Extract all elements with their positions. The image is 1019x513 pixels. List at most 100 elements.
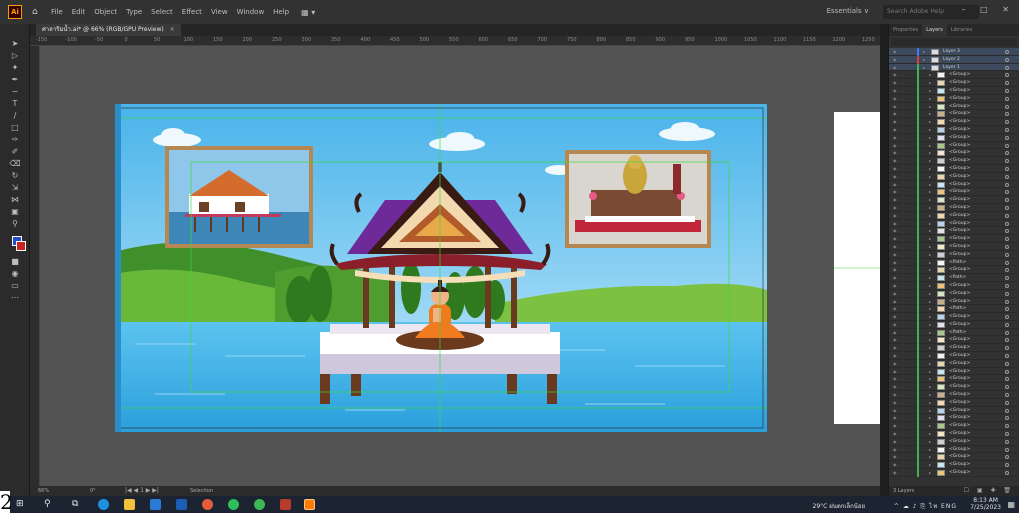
target-circle-icon[interactable]	[1005, 416, 1009, 421]
expand-arrow-icon[interactable]: ▸	[929, 118, 931, 126]
visibility-eye-icon[interactable]: ◉	[893, 71, 897, 79]
expand-arrow-icon[interactable]: ▸	[923, 64, 925, 72]
sublayer-name[interactable]: <Path>	[949, 305, 966, 313]
rotate-tool-icon[interactable]: ↻	[9, 170, 21, 181]
sublayer-name[interactable]: <Group>	[949, 142, 970, 150]
sublayer-row[interactable]: ◉ ▸ <Group>	[889, 344, 1019, 353]
sublayer-name[interactable]: <Group>	[949, 336, 970, 344]
target-circle-icon[interactable]	[1005, 369, 1009, 374]
sublayer-row[interactable]: ◉ ▸ <Path>	[889, 305, 1019, 314]
target-circle-icon[interactable]	[1005, 159, 1009, 164]
stroke-color-swatch[interactable]	[16, 241, 26, 251]
notifications-icon[interactable]: ▦	[1007, 500, 1015, 509]
shaper-tool-icon[interactable]: ✐	[9, 146, 21, 157]
tray-icons[interactable]: ^ ☁ ♪ ⎘ ไท ENG	[894, 501, 957, 511]
expand-arrow-icon[interactable]: ▸	[929, 352, 931, 360]
target-circle-icon[interactable]	[1005, 276, 1009, 281]
sublayer-row[interactable]: ◉ ▸ <Group>	[889, 445, 1019, 454]
target-circle-icon[interactable]	[1005, 307, 1009, 312]
sublayer-name[interactable]: <Group>	[949, 446, 970, 454]
visibility-eye-icon[interactable]: ◉	[893, 266, 897, 274]
sublayer-row[interactable]: ◉ ▸ <Group>	[889, 164, 1019, 173]
tab-layers[interactable]: Layers	[922, 24, 947, 36]
layer-name[interactable]: Layer 3	[943, 48, 960, 56]
target-circle-icon[interactable]	[1005, 151, 1009, 156]
target-circle-icon[interactable]	[1005, 229, 1009, 234]
sublayer-row[interactable]: ◉ ▸ <Group>	[889, 414, 1019, 423]
sublayer-row[interactable]: ◉ ▸ <Group>	[889, 118, 1019, 126]
sublayer-row[interactable]: ◉ ▸ <Group>	[889, 297, 1019, 306]
sublayer-row[interactable]: ◉ ▸ <Group>	[889, 320, 1019, 329]
visibility-eye-icon[interactable]: ◉	[893, 399, 897, 407]
target-circle-icon[interactable]	[1005, 104, 1009, 109]
sublayer-name[interactable]: <Group>	[949, 126, 970, 134]
sublayer-name[interactable]: <Group>	[949, 321, 970, 329]
expand-arrow-icon[interactable]: ▸	[929, 461, 931, 469]
target-circle-icon[interactable]	[1005, 244, 1009, 249]
sublayer-name[interactable]: <Group>	[949, 438, 970, 446]
target-circle-icon[interactable]	[1005, 268, 1009, 273]
visibility-eye-icon[interactable]: ◉	[893, 368, 897, 376]
target-circle-icon[interactable]	[1005, 73, 1009, 78]
visibility-eye-icon[interactable]: ◉	[893, 149, 897, 157]
target-circle-icon[interactable]	[1005, 393, 1009, 398]
sublayer-name[interactable]: <Group>	[949, 118, 970, 126]
photos-icon[interactable]	[202, 499, 213, 510]
expand-arrow-icon[interactable]: ▸	[929, 321, 931, 329]
expand-arrow-icon[interactable]: ▸	[929, 227, 931, 235]
sublayer-name[interactable]: <Group>	[949, 134, 970, 142]
visibility-eye-icon[interactable]: ◉	[893, 414, 897, 422]
sublayer-name[interactable]: <Group>	[949, 181, 970, 189]
screen-mode-icon[interactable]: ▭	[9, 280, 21, 291]
sublayer-name[interactable]: <Group>	[949, 165, 970, 173]
expand-arrow-icon[interactable]: ▸	[929, 469, 931, 477]
menu-view[interactable]: View	[211, 8, 228, 16]
target-circle-icon[interactable]	[1005, 299, 1009, 304]
expand-arrow-icon[interactable]: ▸	[929, 165, 931, 173]
visibility-eye-icon[interactable]: ◉	[893, 453, 897, 461]
sublayer-row[interactable]: ◉ ▸ <Group>	[889, 336, 1019, 345]
sublayer-row[interactable]: ◉ ▸ <Group>	[889, 211, 1019, 220]
workspace-switcher[interactable]: Essentials ∨	[827, 7, 869, 15]
sublayer-name[interactable]: <Group>	[949, 79, 970, 87]
layer-row[interactable]: ◉ ▸ Layer 1	[889, 63, 1019, 72]
sublayer-row[interactable]: ◉ ▸ <Group>	[889, 437, 1019, 446]
artwork-illustration[interactable]	[115, 104, 767, 432]
expand-arrow-icon[interactable]: ▸	[929, 453, 931, 461]
expand-arrow-icon[interactable]: ▸	[929, 368, 931, 376]
target-circle-icon[interactable]	[1005, 432, 1009, 437]
sublayer-row[interactable]: ◉ ▸ <Group>	[889, 391, 1019, 399]
visibility-eye-icon[interactable]: ◉	[893, 95, 897, 103]
visibility-eye-icon[interactable]: ◉	[893, 212, 897, 220]
target-circle-icon[interactable]	[1005, 127, 1009, 132]
curvature-tool-icon[interactable]: ∽	[9, 86, 21, 97]
menu-type[interactable]: Type	[126, 8, 142, 16]
home-icon[interactable]: ⌂	[32, 7, 42, 17]
visibility-eye-icon[interactable]: ◉	[893, 329, 897, 337]
visibility-eye-icon[interactable]: ◉	[893, 313, 897, 321]
scale-tool-icon[interactable]: ⇲	[9, 182, 21, 193]
target-circle-icon[interactable]	[1005, 322, 1009, 327]
visibility-eye-icon[interactable]: ◉	[893, 352, 897, 360]
target-circle-icon[interactable]	[1005, 377, 1009, 382]
expand-arrow-icon[interactable]: ▸	[929, 399, 931, 407]
expand-arrow-icon[interactable]: ▸	[929, 212, 931, 220]
expand-arrow-icon[interactable]: ▸	[929, 298, 931, 306]
sublayer-name[interactable]: <Group>	[949, 298, 970, 306]
sublayer-row[interactable]: ◉ ▸ <Group>	[889, 422, 1019, 431]
expand-arrow-icon[interactable]: ▸	[929, 142, 931, 150]
visibility-eye-icon[interactable]: ◉	[893, 220, 897, 228]
menu-file[interactable]: File	[51, 8, 63, 16]
target-circle-icon[interactable]	[1005, 65, 1009, 70]
sublayer-name[interactable]: <Group>	[949, 95, 970, 103]
target-circle-icon[interactable]	[1005, 447, 1009, 452]
sublayer-row[interactable]: ◉ ▸ <Group>	[889, 94, 1019, 103]
sublayer-name[interactable]: <Group>	[949, 391, 970, 399]
sublayer-row[interactable]: ◉ ▸ <Group>	[889, 203, 1019, 212]
sublayer-name[interactable]: <Path>	[949, 274, 966, 282]
expand-arrow-icon[interactable]: ▸	[929, 251, 931, 259]
artboard-navigator[interactable]: |◀ ◀ 1 ▶ ▶|	[125, 487, 159, 494]
expand-arrow-icon[interactable]: ▸	[929, 274, 931, 282]
visibility-eye-icon[interactable]: ◉	[893, 79, 897, 87]
eyedropper-tool-icon[interactable]: ⚲	[9, 218, 21, 229]
